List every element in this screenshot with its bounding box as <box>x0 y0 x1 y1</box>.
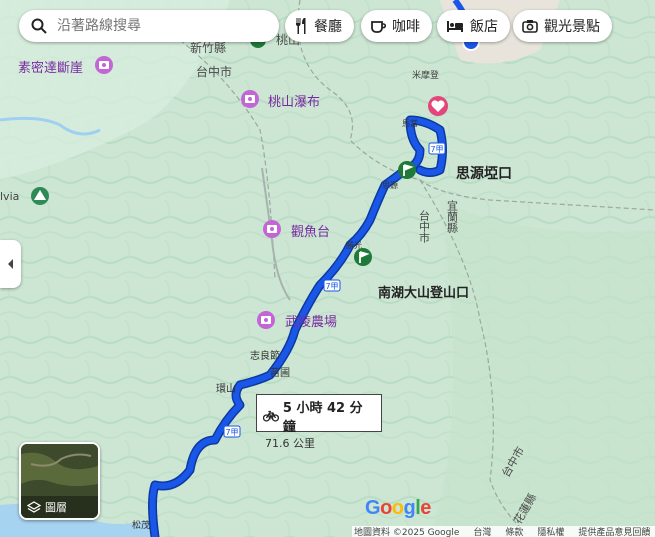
terms-link[interactable]: 條款 <box>505 526 523 537</box>
camera-icon <box>522 20 538 33</box>
chip-hotels[interactable]: 飯店 <box>437 10 510 42</box>
place-label[interactable]: 南湖大山登山口 <box>378 285 469 301</box>
route-distance: 71.6 公里 <box>265 437 315 450</box>
road-shield: 7甲 <box>428 142 446 155</box>
route-info-card[interactable]: 5 小時 42 分鐘 71.6 公里 <box>256 394 382 450</box>
chevron-left-icon <box>7 259 13 269</box>
chip-coffee[interactable]: 咖啡 <box>361 10 432 42</box>
bicycle-icon <box>263 410 279 422</box>
camera-poi-marker[interactable] <box>95 56 113 74</box>
place-label[interactable]: 桃山瀑布 <box>268 95 320 110</box>
layers-icon <box>27 500 41 513</box>
camera-poi-marker[interactable] <box>263 220 281 238</box>
map-footer: 地圖資料 ©2025 Google 台灣 條款 隱私權 提供產品意見回饋 <box>352 526 655 537</box>
feedback-link[interactable]: 提供產品意見回饋 <box>578 526 650 537</box>
collapse-side-panel-button[interactable] <box>0 240 21 288</box>
trailhead-flag-marker[interactable] <box>398 161 416 179</box>
place-label: 環山 <box>216 383 236 395</box>
place-label: 松茂 <box>132 519 150 531</box>
google-logo: Google <box>365 497 431 519</box>
place-label[interactable]: 武陵農場 <box>285 315 337 330</box>
search-icon <box>31 18 47 34</box>
place-label: 台中市 <box>418 209 431 244</box>
place-label[interactable]: 思源埡口 <box>456 165 512 182</box>
trailhead-flag-marker[interactable] <box>354 248 372 266</box>
coffee-cup-icon <box>371 21 386 33</box>
chip-label: 飯店 <box>470 19 498 35</box>
svg-text:7甲: 7甲 <box>325 282 338 291</box>
camera-poi-marker[interactable] <box>241 90 259 108</box>
road-shield: 7甲 <box>223 425 241 438</box>
chip-label: 餐廳 <box>314 19 342 35</box>
privacy-link[interactable]: 隱私權 <box>537 526 564 537</box>
place-label: 思源 <box>382 181 398 190</box>
bed-icon <box>447 21 463 32</box>
mountain-poi-marker[interactable] <box>31 187 49 205</box>
region-link[interactable]: 台灣 <box>473 526 491 537</box>
route-time: 5 小時 42 分鐘 <box>282 401 363 435</box>
place-label: lvia <box>0 190 19 203</box>
search-input[interactable] <box>55 17 259 35</box>
map-data-copyright: 地圖資料 ©2025 Google <box>354 528 460 537</box>
svg-text:7甲: 7甲 <box>430 145 443 154</box>
place-label: 新竹縣 <box>190 40 226 55</box>
chip-restaurants[interactable]: 餐廳 <box>285 10 354 42</box>
layers-button[interactable]: 圖層 <box>19 442 100 520</box>
place-label: 志良節 <box>250 349 280 362</box>
chip-label: 咖啡 <box>392 19 420 35</box>
place-label: 台中市 <box>196 64 232 79</box>
svg-text:7甲: 7甲 <box>225 428 238 437</box>
search-bar[interactable] <box>19 10 279 42</box>
chip-label: 觀光景點 <box>544 19 600 35</box>
place-label[interactable]: 觀魚台 <box>291 225 330 240</box>
place-label: 苗圃 <box>270 367 290 379</box>
camera-poi-marker[interactable] <box>257 311 275 329</box>
heart-poi-marker[interactable] <box>428 96 448 116</box>
road-shield: 7甲 <box>323 279 341 292</box>
place-label: 勝光 <box>346 240 362 250</box>
chip-attractions[interactable]: 觀光景點 <box>513 10 612 42</box>
place-label: 宜蘭縣 <box>446 199 459 233</box>
place-label: 米摩登 <box>412 69 439 81</box>
place-label[interactable]: 素密達斷崖 <box>18 60 83 76</box>
ridge-shade <box>430 200 655 537</box>
fork-knife-icon <box>295 18 306 34</box>
layers-label: 圖層 <box>45 501 67 514</box>
place-label: 馬當 <box>402 119 418 128</box>
